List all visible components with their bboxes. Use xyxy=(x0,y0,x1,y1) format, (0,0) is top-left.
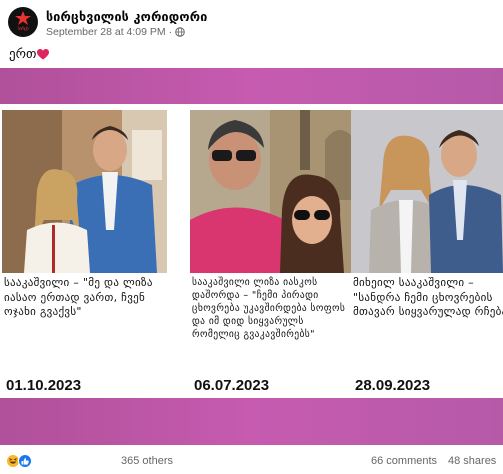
like-reaction-icon xyxy=(18,454,32,468)
top-banner xyxy=(0,68,503,104)
post-header: სირცხ სირცხვილის კორიდორი September 28 a… xyxy=(0,0,503,44)
globe-icon[interactable] xyxy=(175,27,185,37)
post-image[interactable]: სააკაშვილი – "მე და ლიზა იასაო ერთად ვარ… xyxy=(0,68,503,445)
red-heart-icon xyxy=(37,49,50,60)
collage-panel-1: სააკაშვილი – "მე და ლიზა იასაო ერთად ვარ… xyxy=(2,110,167,398)
panel-photo-2 xyxy=(190,110,355,273)
collage-panel-3: მიხეილ სააკაშვილი – "სანდრა ჩემი ცხოვრებ… xyxy=(351,110,503,398)
panel-quote-1: სააკაშვილი – "მე და ლიზა იასაო ერთად ვარ… xyxy=(4,276,153,318)
post-caption: ერთ xyxy=(9,47,50,62)
bottom-banner xyxy=(0,398,503,445)
post-footer: 365 others 66 comments 48 shares xyxy=(0,447,503,474)
post-meta: September 28 at 4:09 PM · xyxy=(46,26,185,38)
panel-date-2: 06.07.2023 xyxy=(194,377,270,394)
page-name-link[interactable]: სირცხვილის კორიდორი xyxy=(46,9,208,24)
panel-date-3: 28.09.2023 xyxy=(355,377,431,394)
avatar-logo-text: სირცხ xyxy=(17,26,29,31)
panel-photo-1 xyxy=(2,110,167,273)
post-timestamp[interactable]: September 28 at 4:09 PM xyxy=(46,26,166,38)
page-avatar[interactable]: სირცხ xyxy=(8,7,38,37)
reactions-count[interactable]: 365 others xyxy=(121,455,173,467)
collage-panel-2: სააკაშვილი ლიზა იასკოს დაშორდა – "ჩემი პ… xyxy=(190,110,355,398)
comments-count[interactable]: 66 comments xyxy=(371,455,437,467)
shares-count[interactable]: 48 shares xyxy=(448,455,496,467)
reaction-icons[interactable] xyxy=(6,454,34,468)
star-logo-icon xyxy=(15,11,31,25)
meta-separator: · xyxy=(168,26,173,38)
panel-date-1: 01.10.2023 xyxy=(6,377,82,394)
panel-quote-3: მიხეილ სააკაშვილი – "სანდრა ჩემი ცხოვრებ… xyxy=(353,276,503,318)
panel-photo-3 xyxy=(351,110,503,273)
caption-text: ერთ xyxy=(9,47,37,62)
haha-reaction-icon xyxy=(6,454,20,468)
panel-quote-2: სააკაშვილი ლიზა იასკოს დაშორდა – "ჩემი პ… xyxy=(192,277,346,340)
